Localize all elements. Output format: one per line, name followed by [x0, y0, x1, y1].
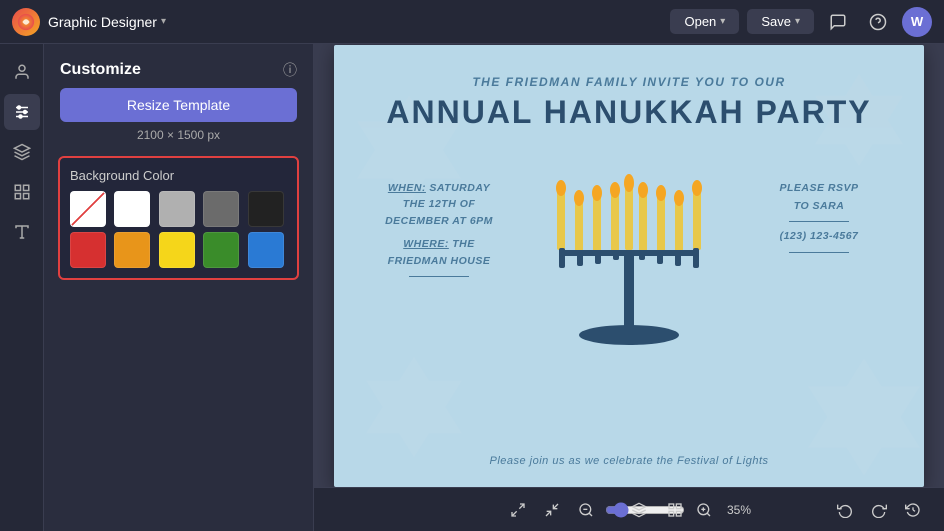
- canvas-area: The Friedman Family Invite You To Our An…: [314, 44, 944, 531]
- design-left-text: WHEN: Saturday The 12th of December at 6…: [374, 180, 504, 277]
- app-name-chevron: ▾: [161, 16, 166, 27]
- customize-header: Customize ⓘ: [44, 44, 313, 88]
- canvas-wrapper: The Friedman Family Invite You To Our An…: [314, 44, 944, 487]
- expand-button[interactable]: [503, 495, 533, 525]
- bottom-bar: 35%: [314, 487, 944, 531]
- chat-icon-button[interactable]: [822, 6, 854, 38]
- design-middle: WHEN: Saturday The 12th of December at 6…: [374, 150, 884, 445]
- menorah-svg: [539, 150, 719, 370]
- customize-title: Customize: [60, 61, 141, 79]
- menorah-area: [514, 150, 744, 370]
- open-button[interactable]: Open ▾: [670, 9, 739, 34]
- main-area: Customize ⓘ Resize Template 2100 × 1500 …: [0, 44, 944, 531]
- history-button[interactable]: [898, 495, 928, 525]
- dimensions-text: 2100 × 1500 px: [44, 128, 313, 142]
- background-color-section: Background Color: [58, 156, 299, 280]
- save-chevron: ▾: [795, 16, 800, 27]
- design-right-text: Please RSVP to Sara (123) 123-4567: [754, 180, 884, 254]
- color-swatch-light-gray[interactable]: [159, 191, 195, 227]
- design-card[interactable]: The Friedman Family Invite You To Our An…: [334, 45, 924, 487]
- design-title: Annual Hanukkah Party: [386, 95, 871, 130]
- when-label: WHEN:: [388, 182, 426, 194]
- resize-template-button[interactable]: Resize Template: [60, 88, 297, 122]
- open-chevron: ▾: [720, 16, 725, 27]
- layers-icon-button[interactable]: [4, 134, 40, 170]
- redo-button[interactable]: [864, 495, 894, 525]
- info-icon[interactable]: ⓘ: [283, 60, 297, 80]
- save-button[interactable]: Save ▾: [747, 9, 814, 34]
- app-name[interactable]: Graphic Designer ▾: [48, 14, 166, 30]
- design-content: The Friedman Family Invite You To Our An…: [334, 45, 924, 487]
- color-swatch-transparent[interactable]: [70, 191, 106, 227]
- color-swatch-white[interactable]: [114, 191, 150, 227]
- color-swatch-red[interactable]: [70, 232, 106, 268]
- color-swatch-blue[interactable]: [248, 232, 284, 268]
- layers-toggle-button[interactable]: [624, 495, 654, 525]
- design-footer: Please join us as we celebrate the Festi…: [489, 455, 768, 467]
- zoom-level: 35%: [723, 503, 755, 517]
- grid-view-button[interactable]: [660, 495, 690, 525]
- topbar: Graphic Designer ▾ Open ▾ Save ▾ W: [0, 0, 944, 44]
- design-subtitle: The Friedman Family Invite You To Our: [472, 75, 785, 89]
- fit-button[interactable]: [537, 495, 567, 525]
- zoom-in-button[interactable]: [689, 495, 719, 525]
- bottom-bar-left: [624, 495, 690, 525]
- user-avatar[interactable]: W: [902, 7, 932, 37]
- help-icon-button[interactable]: [862, 6, 894, 38]
- profile-icon-button[interactable]: [4, 54, 40, 90]
- undo-button[interactable]: [830, 495, 860, 525]
- customize-panel: Customize ⓘ Resize Template 2100 × 1500 …: [44, 44, 314, 531]
- bg-color-label: Background Color: [70, 168, 287, 183]
- color-swatch-dark-gray[interactable]: [203, 191, 239, 227]
- color-swatch-orange[interactable]: [114, 232, 150, 268]
- customize-icon-button[interactable]: [4, 94, 40, 130]
- text-icon-button[interactable]: [4, 214, 40, 250]
- color-grid: [70, 191, 287, 268]
- color-swatch-green[interactable]: [203, 232, 239, 268]
- elements-icon-button[interactable]: [4, 174, 40, 210]
- color-swatch-black[interactable]: [248, 191, 284, 227]
- app-logo[interactable]: [12, 8, 40, 36]
- zoom-out-button[interactable]: [571, 495, 601, 525]
- color-swatch-yellow[interactable]: [159, 232, 195, 268]
- bottom-bar-right: [830, 495, 928, 525]
- icon-sidebar: [0, 44, 44, 531]
- where-label: WHERE:: [403, 238, 449, 250]
